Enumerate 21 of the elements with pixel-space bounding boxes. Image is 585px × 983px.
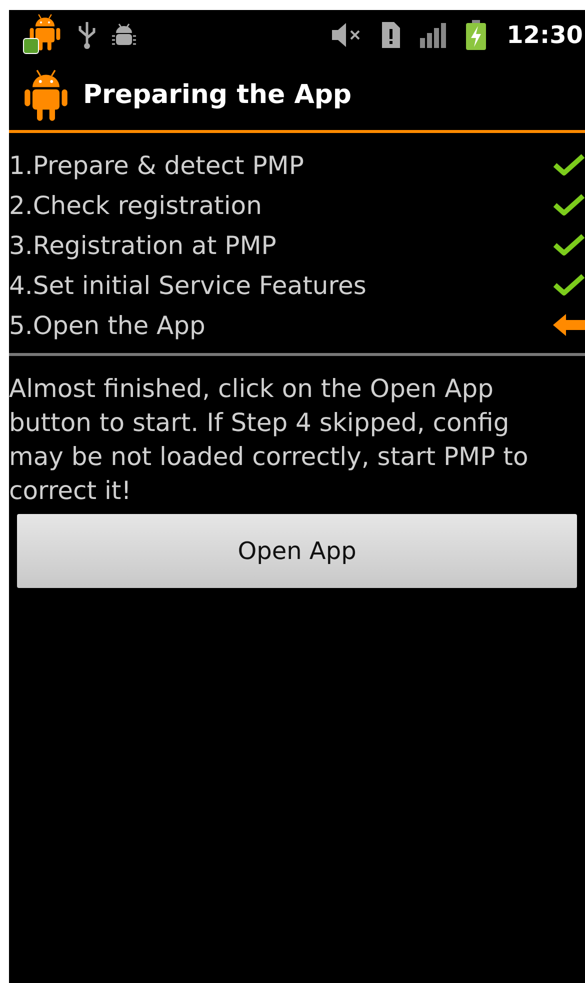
check-icon (553, 273, 585, 297)
instruction-text: Almost finished, click on the Open App button to start. If Step 4 skipped, config may be not loaded correctly, start PMP to correct it! (9, 373, 530, 507)
step-label: 2.Check registration (9, 192, 262, 218)
window-title: Preparing the App (83, 78, 352, 112)
step-label: 5.Open the App (9, 312, 206, 338)
clock-time: 12:30 (506, 20, 583, 51)
step-label: 3.Registration at PMP (9, 232, 276, 258)
check-icon (553, 193, 585, 217)
step-label: 1.Prepare & detect PMP (9, 152, 304, 178)
bug-icon (111, 22, 137, 48)
badge-icon (23, 38, 39, 54)
sim-alert-icon (380, 21, 401, 49)
usb-icon (77, 20, 97, 50)
open-app-button[interactable]: Open App (17, 514, 577, 588)
signal-icon (418, 21, 449, 49)
check-icon (553, 153, 585, 177)
app-icon (23, 68, 69, 122)
check-icon (553, 233, 585, 257)
arrow-left-icon (553, 313, 585, 337)
step-label: 4.Set initial Service Features (9, 272, 366, 298)
android-icon (29, 12, 61, 52)
